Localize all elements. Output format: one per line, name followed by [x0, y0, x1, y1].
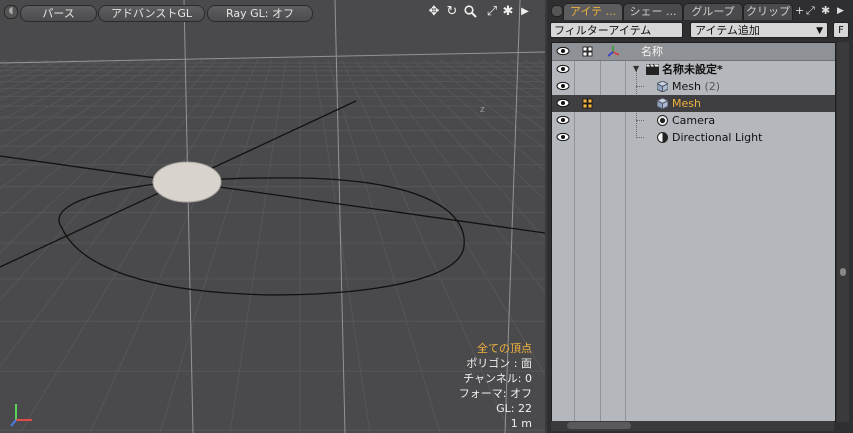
gear-icon[interactable]: ✱ [501, 5, 515, 19]
filter-f-button[interactable]: F [833, 22, 849, 38]
camera-icon [657, 115, 668, 126]
visibility-eye-icon[interactable] [556, 81, 570, 91]
move-view-icon[interactable]: ✥ [427, 5, 441, 19]
panel-menu-icon[interactable] [551, 5, 563, 17]
scrollbar-thumb[interactable] [567, 422, 631, 429]
list-item-scene[interactable]: ▼ 名称未設定* [552, 61, 835, 78]
3d-viewport[interactable]: z ◖ パース アドバンストGL Ray GL: オフ ✥ ↻ ⤢ ✱ ▶ 全て… [0, 0, 545, 433]
viewport-toolbar: ◖ パース アドバンストGL Ray GL: オフ ✥ ↻ ⤢ ✱ ▶ [0, 0, 545, 24]
item-list-panel: アイテ ... シェー ... グループ クリップ + ⤢ ✱ ▶ フィルターア… [547, 0, 853, 433]
tab-shader[interactable]: シェー ... [623, 3, 683, 20]
visibility-eye-icon[interactable] [556, 98, 570, 108]
visibility-eye-icon[interactable] [556, 115, 570, 125]
visibility-column-icon[interactable] [556, 46, 570, 56]
list-horizontal-scrollbar[interactable] [551, 421, 834, 431]
scrollbar-grip[interactable] [840, 268, 846, 276]
list-item-light[interactable]: Directional Light [552, 129, 835, 146]
viewport-menu-icon[interactable]: ◖ [4, 5, 18, 19]
filter-items-field[interactable]: フィルターアイテム [550, 22, 683, 38]
item-name-text: Mesh [672, 80, 701, 93]
lock-toggle-icon[interactable] [582, 98, 593, 109]
perspective-button[interactable]: パース [20, 5, 97, 22]
list-item-mesh-group[interactable]: Mesh (2) [552, 78, 835, 95]
scene-name: 名称未設定* [662, 63, 723, 76]
item-name: Camera [672, 114, 716, 127]
deformer-text: フォーマ: オフ [458, 387, 532, 400]
tab-clips[interactable]: クリップ [743, 3, 793, 20]
advanced-gl-button[interactable]: アドバンストGL [98, 5, 205, 22]
axis-gizmo-icon [8, 398, 38, 428]
locator-column-icon[interactable] [607, 46, 620, 57]
selected-disc [152, 161, 222, 203]
maximize-panel-icon[interactable]: ⤢ [806, 4, 815, 18]
maximize-view-icon[interactable]: ⤢ [485, 5, 499, 19]
list-item-camera[interactable]: Camera [552, 112, 835, 129]
channel-text: チャンネル: 0 [463, 372, 532, 385]
item-name: Directional Light [672, 131, 763, 144]
list-header: 名称 [552, 43, 835, 61]
rotate-view-icon[interactable]: ↻ [445, 5, 459, 19]
mesh-cube-icon [655, 80, 670, 93]
lock-column-icon[interactable] [582, 46, 593, 57]
panel-tabs: アイテ ... シェー ... グループ クリップ + ⤢ ✱ ▶ [547, 2, 853, 20]
tab-groups[interactable]: グループ [683, 3, 743, 20]
chevron-down-icon: ▼ [816, 26, 823, 36]
gl-count-text: GL: 22 [496, 402, 532, 415]
viewport-info: 全ての頂点 ポリゴン : 面 チャンネル: 0 フォーマ: オフ GL: 22 … [459, 341, 532, 431]
name-column-header[interactable]: 名称 [641, 43, 663, 60]
grid-scale-text: 1 m [510, 417, 532, 430]
scene-clapper-icon [645, 63, 660, 75]
zoom-view-icon[interactable] [463, 5, 477, 19]
tab-items[interactable]: アイテ ... [563, 3, 623, 20]
more-arrow-icon[interactable]: ▶ [837, 4, 844, 18]
item-list[interactable]: 名称 ▼ 名称未設定* Mesh (2) Mesh Camera Directi… [551, 42, 836, 422]
ray-gl-button[interactable]: Ray GL: オフ [207, 5, 313, 22]
expand-triangle-icon[interactable]: ▼ [633, 64, 639, 73]
light-icon [657, 132, 668, 143]
list-vertical-scrollbar[interactable] [837, 42, 849, 422]
add-item-dropdown[interactable]: アイテム追加 ▼ [690, 22, 828, 38]
expand-arrow-icon[interactable]: ▶ [518, 5, 532, 19]
filter-bar: フィルターアイテム アイテム追加 ▼ F [550, 22, 852, 40]
gear-icon[interactable]: ✱ [821, 4, 830, 18]
selection-mode-text: 全ての頂点 [477, 342, 532, 355]
item-name: Mesh [672, 97, 701, 110]
add-item-label: アイテム追加 [695, 24, 760, 37]
axis-z-label: z [480, 105, 485, 115]
visibility-eye-icon[interactable] [556, 64, 570, 74]
polygon-mode-text: ポリゴン : 面 [466, 357, 532, 370]
visibility-eye-icon[interactable] [556, 132, 570, 142]
item-count: (2) [704, 80, 721, 93]
item-name: Mesh (2) [672, 78, 720, 95]
list-item-mesh-selected[interactable]: Mesh [552, 95, 835, 112]
add-tab-icon[interactable]: + [795, 4, 804, 18]
mesh-cube-icon [655, 97, 670, 110]
